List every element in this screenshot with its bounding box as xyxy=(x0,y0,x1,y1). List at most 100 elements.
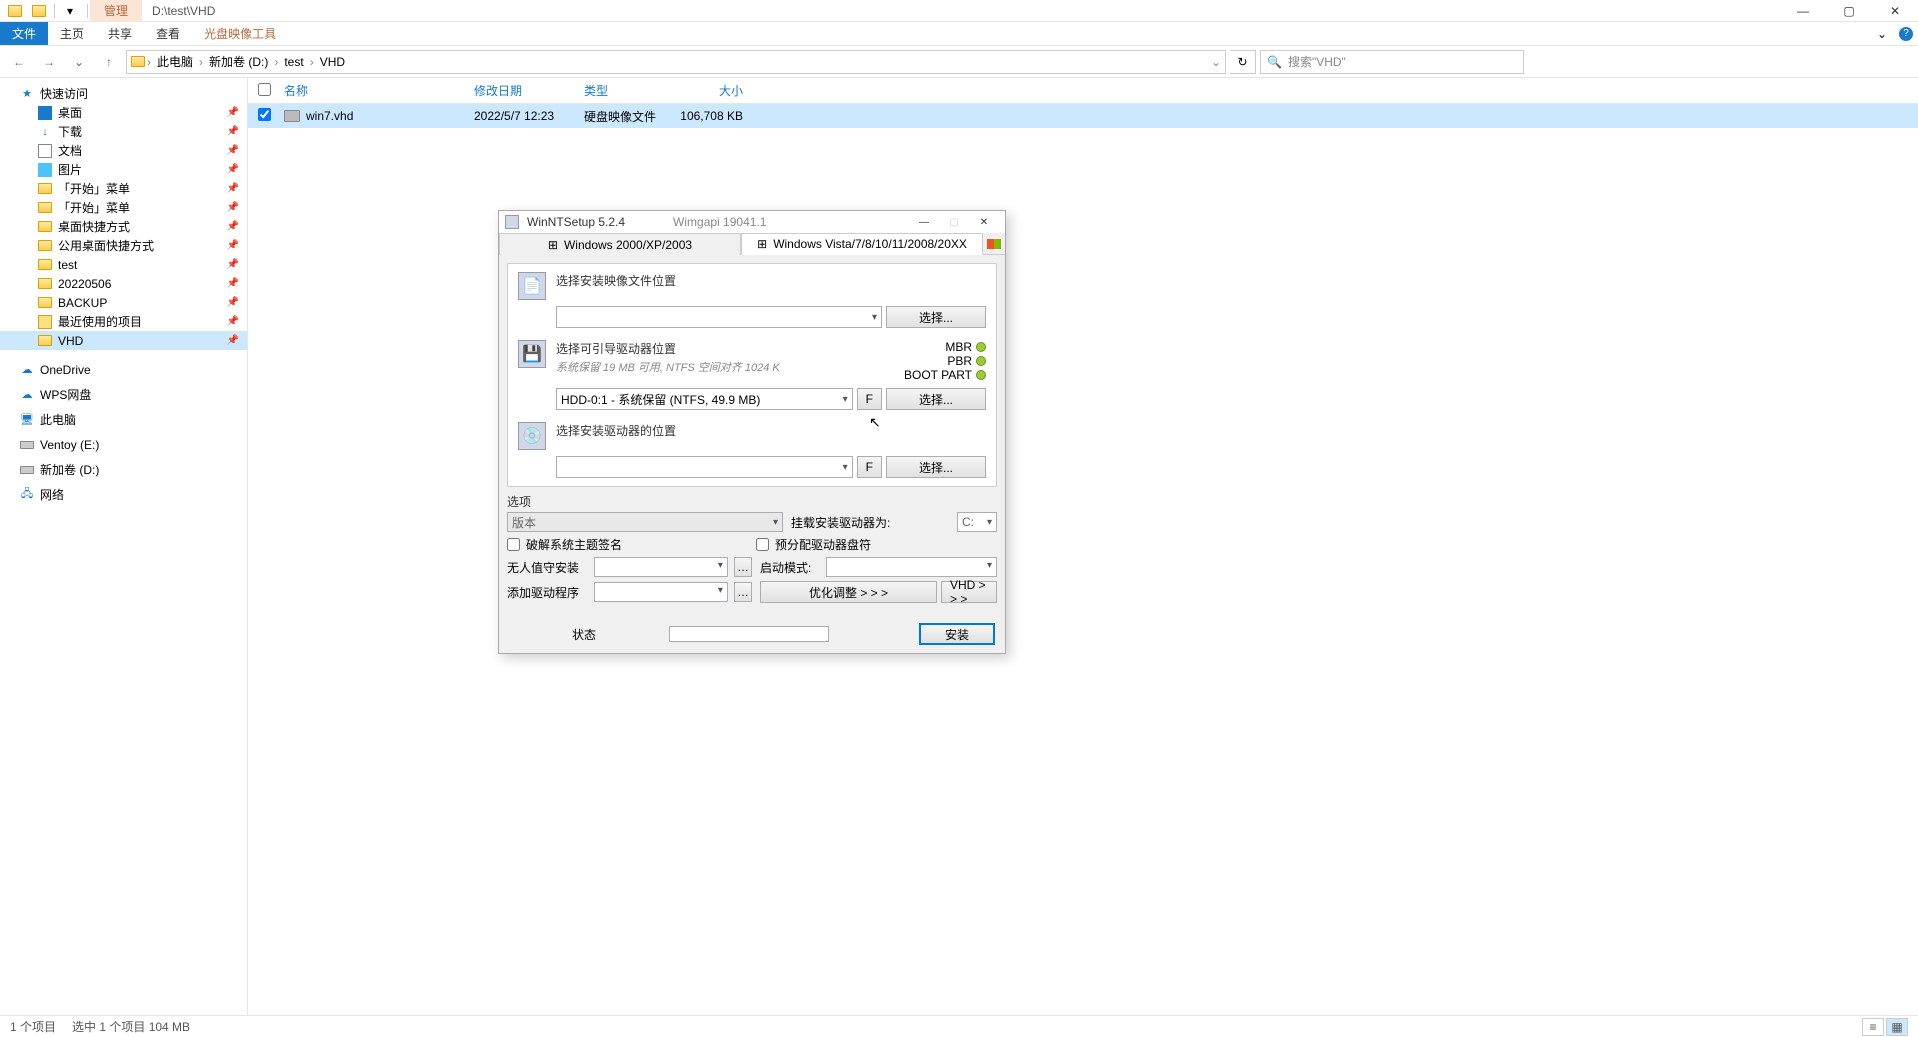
dialog-titlebar[interactable]: WinNTSetup 5.2.4 Wimgapi 19041.1 — ▢ ✕ xyxy=(499,211,1005,233)
optimize-button[interactable]: 优化调整 > > > xyxy=(760,581,937,603)
pin-icon: 📌 xyxy=(227,240,239,251)
vhd-button[interactable]: VHD > > > xyxy=(941,581,997,603)
prealloc-check[interactable]: 预分配驱动器盘符 xyxy=(756,536,997,553)
sidebar-item[interactable]: 桌面快捷方式📌 xyxy=(0,217,247,236)
maximize-button[interactable]: ▢ xyxy=(1826,0,1872,22)
sec-boot-sub: 系统保留 19 MB 可用, NTFS 空间对齐 1024 K xyxy=(556,359,894,375)
vhd-icon xyxy=(284,110,300,122)
bootmode-label: 启动模式: xyxy=(760,559,820,576)
format-button[interactable]: F xyxy=(857,388,882,410)
folder-icon[interactable] xyxy=(4,2,26,20)
boot-drive-combo[interactable]: HDD-0:1 - 系统保留 (NTFS, 49.9 MB) xyxy=(556,388,853,410)
unattend-browse[interactable]: … xyxy=(734,557,752,577)
breadcrumb-dropdown[interactable]: ⌄ xyxy=(1211,55,1221,69)
help-button[interactable]: ? xyxy=(1894,22,1918,45)
forward-button[interactable]: → xyxy=(36,49,62,75)
sidebar-item[interactable]: 「开始」菜单📌 xyxy=(0,198,247,217)
bootmode-combo[interactable] xyxy=(826,557,997,577)
crack-theme-check[interactable]: 破解系统主题签名 xyxy=(507,536,748,553)
sidebar-item[interactable]: 最近使用的项目📌 xyxy=(0,312,247,331)
sidebar-item[interactable]: 公用桌面快捷方式📌 xyxy=(0,236,247,255)
view-icons-button[interactable]: ▦ xyxy=(1886,1018,1908,1036)
sidebar-item[interactable]: 20220506📌 xyxy=(0,274,247,293)
tab-win2000[interactable]: ⊞Windows 2000/XP/2003 xyxy=(499,233,741,255)
bc-item[interactable]: 此电脑 xyxy=(153,53,197,70)
image-select-button[interactable]: 选择... xyxy=(886,306,986,328)
tab-file[interactable]: 文件 xyxy=(0,22,48,45)
search-input[interactable]: 🔍 搜索"VHD" xyxy=(1260,50,1524,74)
sidebar-item[interactable]: BACKUP📌 xyxy=(0,293,247,312)
bc-item[interactable]: 新加卷 (D:) xyxy=(205,53,272,70)
unattend-combo[interactable] xyxy=(594,557,728,577)
adddrv-combo[interactable] xyxy=(594,582,728,602)
sidebar-network[interactable]: 🖧网络 xyxy=(0,485,247,504)
search-icon: 🔍 xyxy=(1267,55,1282,69)
winnt-setup-dialog: WinNTSetup 5.2.4 Wimgapi 19041.1 — ▢ ✕ ⊞… xyxy=(498,210,1006,654)
pin-icon: 📌 xyxy=(227,107,239,118)
dlg-close[interactable]: ✕ xyxy=(969,212,999,232)
bc-item[interactable]: VHD xyxy=(316,55,349,69)
breadcrumb[interactable]: › 此电脑› 新加卷 (D:)› test› VHD ⌄ xyxy=(126,50,1226,74)
sidebar-drive[interactable]: Ventoy (E:) xyxy=(0,435,247,454)
recent-dropdown[interactable]: ⌄ xyxy=(66,49,92,75)
pin-icon: 📌 xyxy=(227,126,239,137)
sidebar-drive[interactable]: 新加卷 (D:) xyxy=(0,460,247,479)
dlg-maximize: ▢ xyxy=(939,212,969,232)
context-tab[interactable]: 管理 xyxy=(90,0,142,22)
col-name[interactable]: 名称 xyxy=(276,82,466,99)
dialog-title: WinNTSetup 5.2.4 xyxy=(527,215,625,229)
qat-dropdown[interactable]: ▾ xyxy=(59,2,81,20)
refresh-button[interactable]: ↻ xyxy=(1230,50,1256,74)
tab-winvista[interactable]: ⊞Windows Vista/7/8/10/11/2008/20XX xyxy=(741,233,983,255)
sidebar-item[interactable]: 图片📌 xyxy=(0,160,247,179)
version-combo[interactable]: 版本 xyxy=(507,512,783,532)
file-checkbox[interactable] xyxy=(258,108,271,121)
install-drive-combo[interactable] xyxy=(556,456,853,478)
boot-status: MBR PBR BOOT PART xyxy=(904,340,986,382)
back-button[interactable]: ← xyxy=(6,49,32,75)
format-button[interactable]: F xyxy=(857,456,882,478)
sidebar-item[interactable]: ↓下载📌 xyxy=(0,122,247,141)
sidebar-item[interactable]: 文档📌 xyxy=(0,141,247,160)
boot-select-button[interactable]: 选择... xyxy=(886,388,986,410)
sidebar-item[interactable]: test📌 xyxy=(0,255,247,274)
desktop-icon xyxy=(38,106,52,120)
tab-home[interactable]: 主页 xyxy=(48,22,96,45)
tab-disk-tools[interactable]: 光盘映像工具 xyxy=(192,22,288,45)
view-details-button[interactable]: ≡ xyxy=(1862,1018,1884,1036)
image-path-combo[interactable] xyxy=(556,306,882,328)
sidebar-quick-access[interactable]: ★快速访问 xyxy=(0,84,247,103)
select-all-checkbox[interactable] xyxy=(258,83,271,96)
qat-btn[interactable] xyxy=(28,2,50,20)
sidebar-item[interactable]: 「开始」菜单📌 xyxy=(0,179,247,198)
status-dot xyxy=(976,356,986,366)
up-button[interactable]: ↑ xyxy=(96,49,122,75)
network-icon: 🖧 xyxy=(20,488,34,502)
folder-icon xyxy=(38,297,52,308)
close-button[interactable]: ✕ xyxy=(1872,0,1918,22)
file-row[interactable]: win7.vhd 2022/5/7 12:23 硬盘映像文件 106,708 K… xyxy=(248,104,1918,128)
sec-image-title: 选择安装映像文件位置 xyxy=(556,272,986,289)
sec-install-title: 选择安装驱动器的位置 xyxy=(556,422,986,439)
col-type[interactable]: 类型 xyxy=(576,82,671,99)
column-header[interactable]: 名称 修改日期 类型 大小 xyxy=(248,78,1918,104)
install-button[interactable]: 安装 xyxy=(919,623,995,645)
windows-flag-icon[interactable] xyxy=(983,233,1005,254)
sidebar-item[interactable]: 桌面📌 xyxy=(0,103,247,122)
tab-share[interactable]: 共享 xyxy=(96,22,144,45)
tab-view[interactable]: 查看 xyxy=(144,22,192,45)
col-size[interactable]: 大小 xyxy=(671,82,751,99)
sidebar-onedrive[interactable]: ☁OneDrive xyxy=(0,360,247,379)
disk-icon xyxy=(20,466,34,474)
sidebar-wps[interactable]: ☁WPS网盘 xyxy=(0,385,247,404)
minimize-button[interactable]: — xyxy=(1780,0,1826,22)
dlg-minimize[interactable]: — xyxy=(909,212,939,232)
sidebar-item-current[interactable]: VHD📌 xyxy=(0,331,247,350)
bc-item[interactable]: test xyxy=(280,55,307,69)
col-date[interactable]: 修改日期 xyxy=(466,82,576,99)
sidebar-thispc[interactable]: 🖥此电脑 xyxy=(0,410,247,429)
ribbon-expand[interactable]: ⌄ xyxy=(1870,22,1894,45)
adddrv-browse[interactable]: … xyxy=(734,582,752,602)
mount-letter-combo[interactable]: C: xyxy=(957,512,997,532)
install-select-button[interactable]: 选择... xyxy=(886,456,986,478)
